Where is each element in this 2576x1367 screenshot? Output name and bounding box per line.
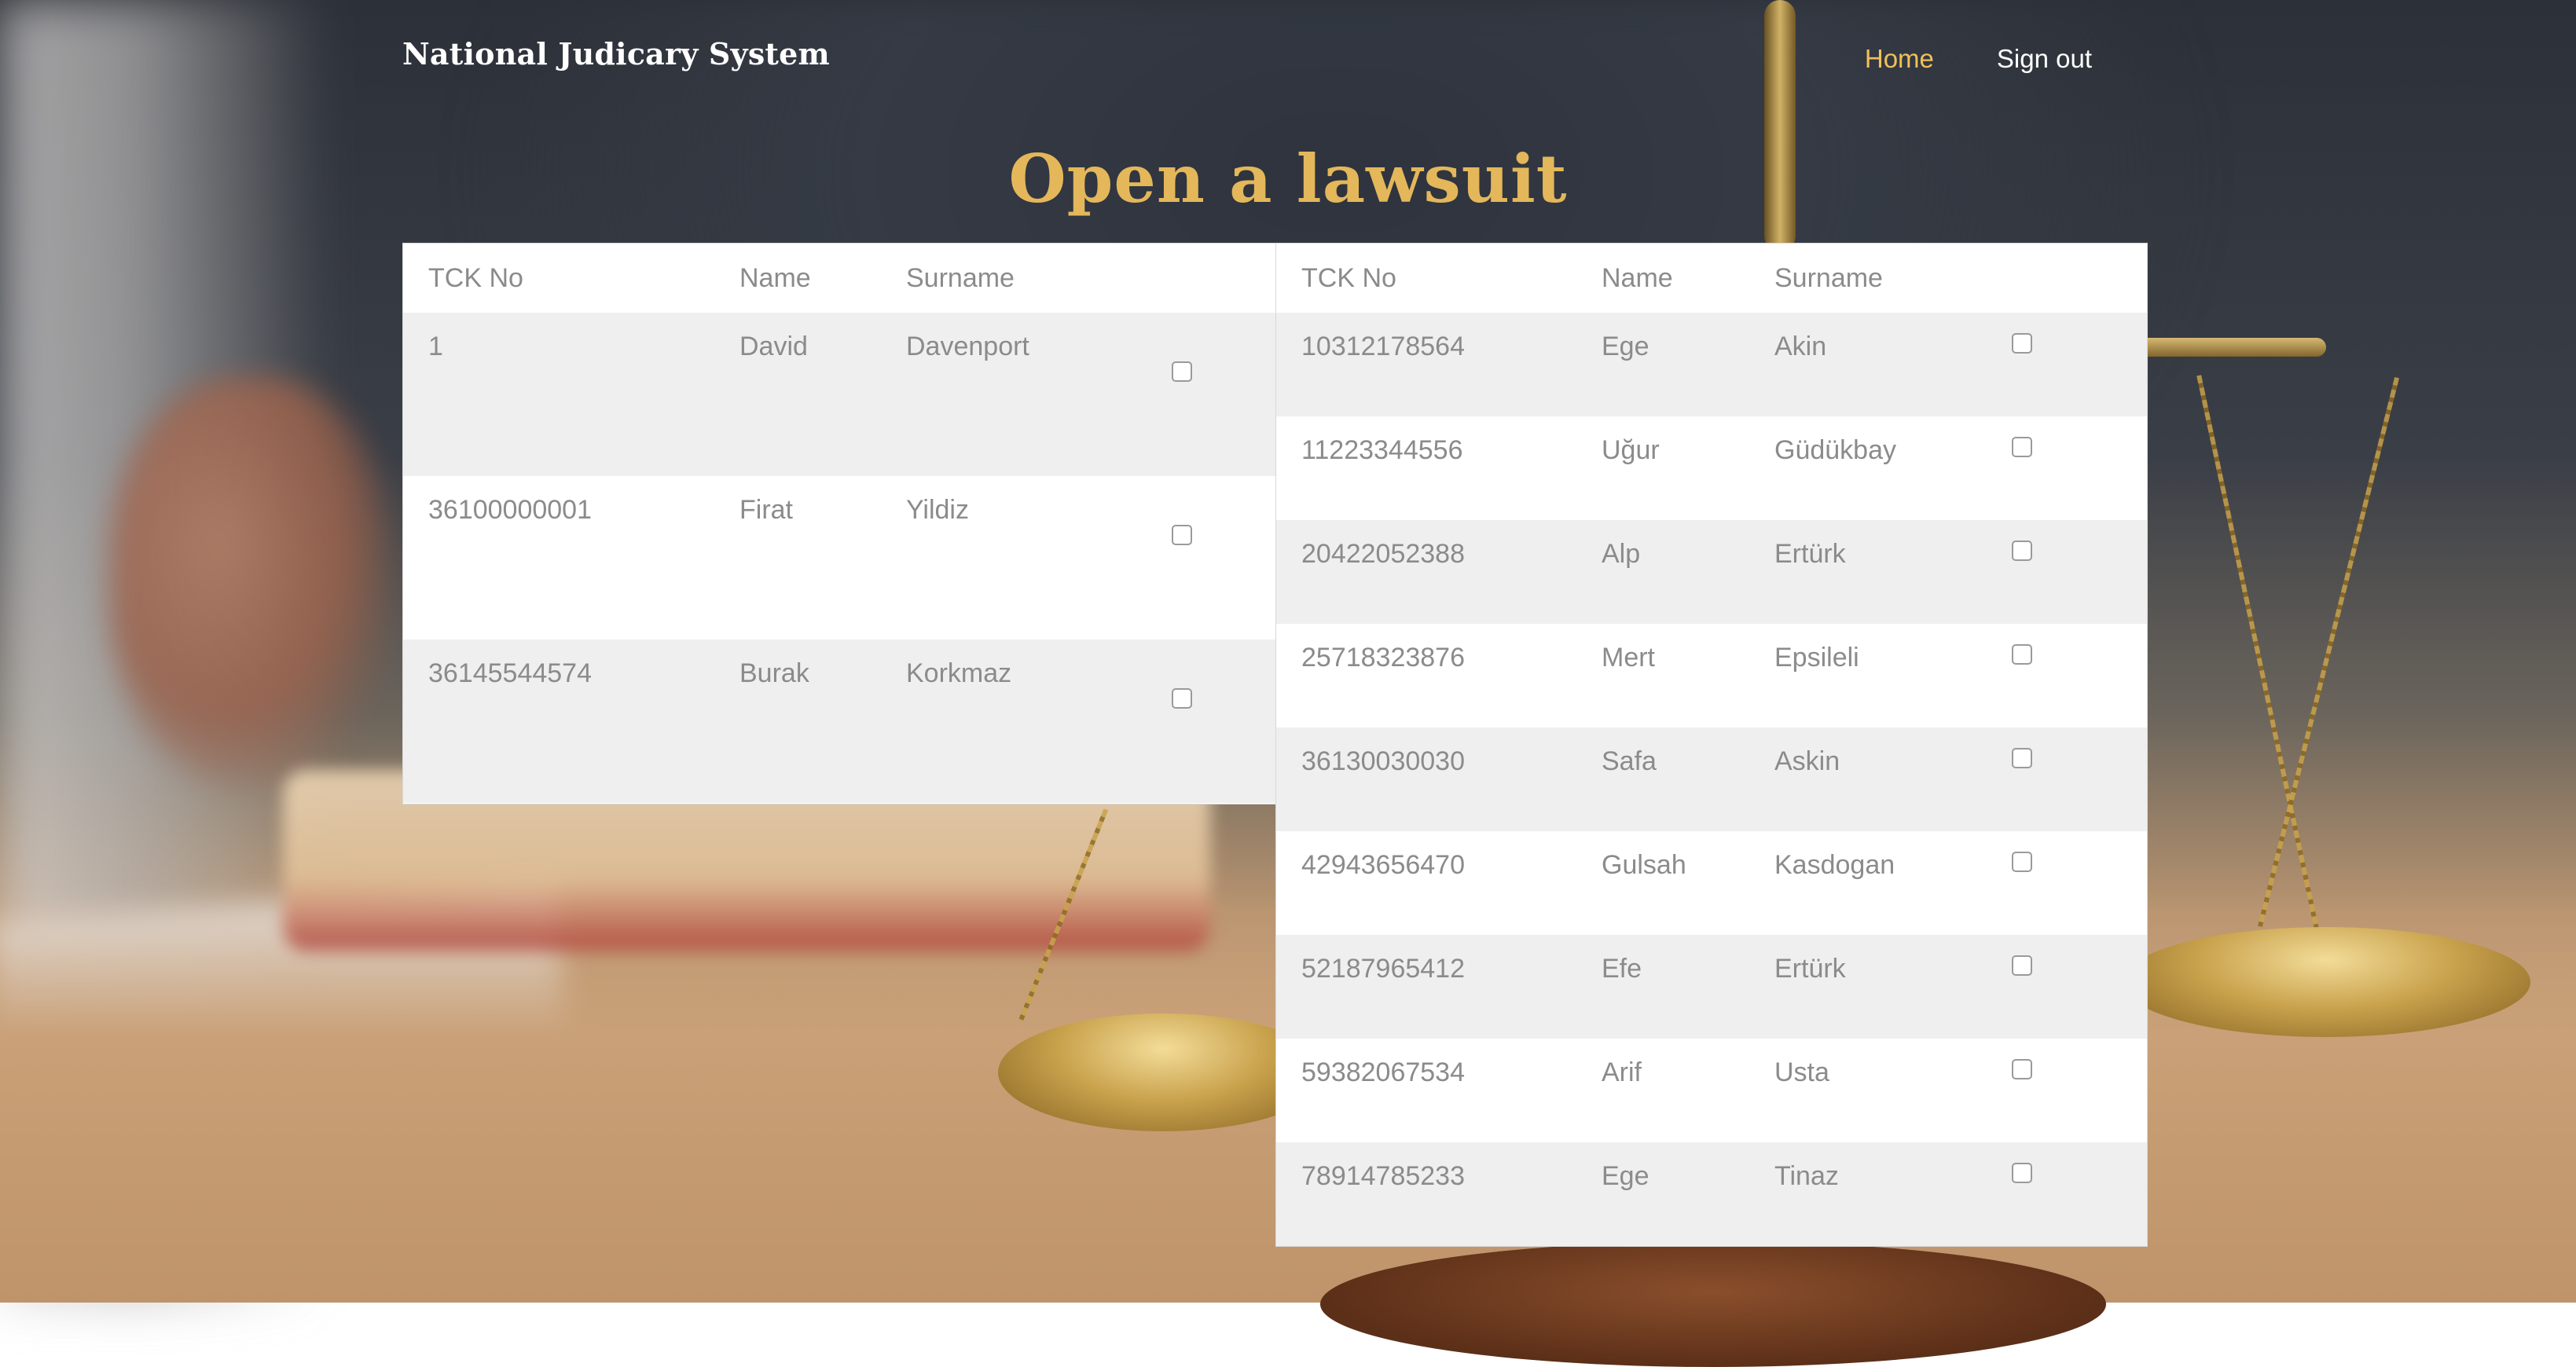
row-checkbox[interactable] bbox=[1172, 361, 1192, 382]
cell-name: Ege bbox=[1602, 1161, 1649, 1191]
row-checkbox[interactable] bbox=[2012, 748, 2032, 768]
cell-surname: Güdükbay bbox=[1774, 435, 1896, 465]
row-checkbox[interactable] bbox=[2012, 541, 2032, 561]
cell-tck: 25718323876 bbox=[1301, 643, 1466, 673]
row-checkbox[interactable] bbox=[2012, 333, 2032, 354]
column-header-tck: TCK No bbox=[1301, 262, 1396, 293]
cell-tck: 36100000001 bbox=[428, 495, 593, 525]
table-row: 11223344556 Uğur Güdükbay bbox=[1276, 416, 2147, 520]
table-row: 1 David Davenport bbox=[403, 313, 1275, 476]
cell-surname: Usta bbox=[1774, 1057, 1829, 1087]
table-row: 42943656470 Gulsah Kasdogan bbox=[1276, 831, 2147, 935]
cell-name: Firat bbox=[739, 495, 793, 525]
right-table: TCK No Name Surname 10312178564 Ege Akin… bbox=[1276, 244, 2147, 1246]
table-row: 36130030030 Safa Askin bbox=[1276, 727, 2147, 831]
cell-surname: Korkmaz bbox=[906, 658, 1012, 688]
table-row: 52187965412 Efe Ertürk bbox=[1276, 935, 2147, 1039]
cell-tck: 10312178564 bbox=[1301, 332, 1466, 361]
cell-tck: 42943656470 bbox=[1301, 850, 1466, 880]
table-row: 59382067534 Arif Usta bbox=[1276, 1039, 2147, 1142]
cell-select bbox=[2012, 1039, 2147, 1142]
cell-tck: 11223344556 bbox=[1301, 435, 1463, 465]
table-header-row: TCK No Name Surname bbox=[403, 244, 1275, 313]
column-header-surname: Surname bbox=[906, 262, 1015, 293]
cell-name: Mert bbox=[1602, 643, 1655, 673]
cell-select bbox=[1172, 476, 1275, 640]
column-header-name: Name bbox=[739, 262, 811, 293]
cell-surname: Askin bbox=[1774, 746, 1840, 776]
cell-tck: 52187965412 bbox=[1301, 954, 1466, 984]
table-row: 36100000001 Firat Yildiz bbox=[403, 476, 1275, 640]
cell-surname: Epsileli bbox=[1774, 643, 1859, 673]
cell-tck: 36145544574 bbox=[428, 658, 593, 688]
row-checkbox[interactable] bbox=[2012, 437, 2032, 457]
table-header-row: TCK No Name Surname bbox=[1276, 244, 2147, 313]
cell-tck: 20422052388 bbox=[1301, 539, 1466, 569]
nav-home-link[interactable]: Home bbox=[1865, 44, 1934, 74]
cell-surname: Akin bbox=[1774, 332, 1827, 361]
cell-name: Safa bbox=[1602, 746, 1657, 776]
row-checkbox[interactable] bbox=[2012, 955, 2032, 976]
cell-name: David bbox=[739, 332, 808, 361]
column-header-tck: TCK No bbox=[428, 262, 523, 293]
cell-name: Uğur bbox=[1602, 435, 1660, 465]
left-people-table: TCK No Name Surname 1 David Davenport 36… bbox=[402, 243, 1276, 804]
background-hand bbox=[110, 377, 393, 786]
cell-tck: 1 bbox=[428, 332, 443, 361]
cell-surname: Ertürk bbox=[1774, 539, 1846, 569]
top-nav: Home Sign out bbox=[1865, 44, 2092, 74]
cell-surname: Yildiz bbox=[906, 495, 969, 525]
column-header-select bbox=[1172, 244, 1275, 313]
cell-name: Burak bbox=[739, 658, 809, 688]
page-title: Open a lawsuit bbox=[1008, 140, 1568, 218]
table-row: 78914785233 Ege Tinaz bbox=[1276, 1142, 2147, 1246]
row-checkbox[interactable] bbox=[2012, 852, 2032, 872]
cell-select bbox=[2012, 416, 2147, 520]
cell-select bbox=[2012, 727, 2147, 831]
cell-name: Arif bbox=[1602, 1057, 1642, 1087]
cell-name: Efe bbox=[1602, 954, 1642, 984]
table-row: 20422052388 Alp Ertürk bbox=[1276, 520, 2147, 624]
row-checkbox[interactable] bbox=[2012, 1163, 2032, 1183]
row-checkbox[interactable] bbox=[1172, 688, 1192, 709]
cell-tck: 78914785233 bbox=[1301, 1161, 1466, 1191]
site-brand[interactable]: National Judicary System bbox=[402, 36, 830, 71]
cell-select bbox=[2012, 831, 2147, 935]
column-header-surname: Surname bbox=[1774, 262, 1883, 293]
column-header-name: Name bbox=[1602, 262, 1673, 293]
cell-select bbox=[2012, 313, 2147, 416]
cell-tck: 59382067534 bbox=[1301, 1057, 1466, 1087]
row-checkbox[interactable] bbox=[2012, 644, 2032, 665]
cell-surname: Kasdogan bbox=[1774, 850, 1895, 880]
cell-name: Ege bbox=[1602, 332, 1649, 361]
row-checkbox[interactable] bbox=[2012, 1059, 2032, 1079]
cell-select bbox=[2012, 935, 2147, 1039]
cell-tck: 36130030030 bbox=[1301, 746, 1466, 776]
column-header-select bbox=[2012, 244, 2147, 313]
table-row: 25718323876 Mert Epsileli bbox=[1276, 624, 2147, 727]
scale-arm bbox=[2122, 338, 2326, 357]
cell-name: Gulsah bbox=[1602, 850, 1686, 880]
cell-surname: Ertürk bbox=[1774, 954, 1846, 984]
cell-name: Alp bbox=[1602, 539, 1641, 569]
cell-select bbox=[1172, 313, 1275, 476]
cell-select bbox=[2012, 520, 2147, 624]
row-checkbox[interactable] bbox=[1172, 525, 1192, 545]
nav-sign-out-link[interactable]: Sign out bbox=[1997, 44, 2092, 74]
cell-surname: Davenport bbox=[906, 332, 1029, 361]
left-table: TCK No Name Surname 1 David Davenport 36… bbox=[403, 244, 1275, 803]
right-people-table: TCK No Name Surname 10312178564 Ege Akin… bbox=[1275, 243, 2148, 1247]
table-row: 36145544574 Burak Korkmaz bbox=[403, 640, 1275, 803]
scale-pan-right bbox=[2122, 927, 2530, 1037]
cell-select bbox=[2012, 624, 2147, 727]
cell-select bbox=[2012, 1142, 2147, 1246]
cell-select bbox=[1172, 640, 1275, 803]
scale-base bbox=[1320, 1241, 2106, 1367]
cell-surname: Tinaz bbox=[1774, 1161, 1839, 1191]
table-row: 10312178564 Ege Akin bbox=[1276, 313, 2147, 416]
